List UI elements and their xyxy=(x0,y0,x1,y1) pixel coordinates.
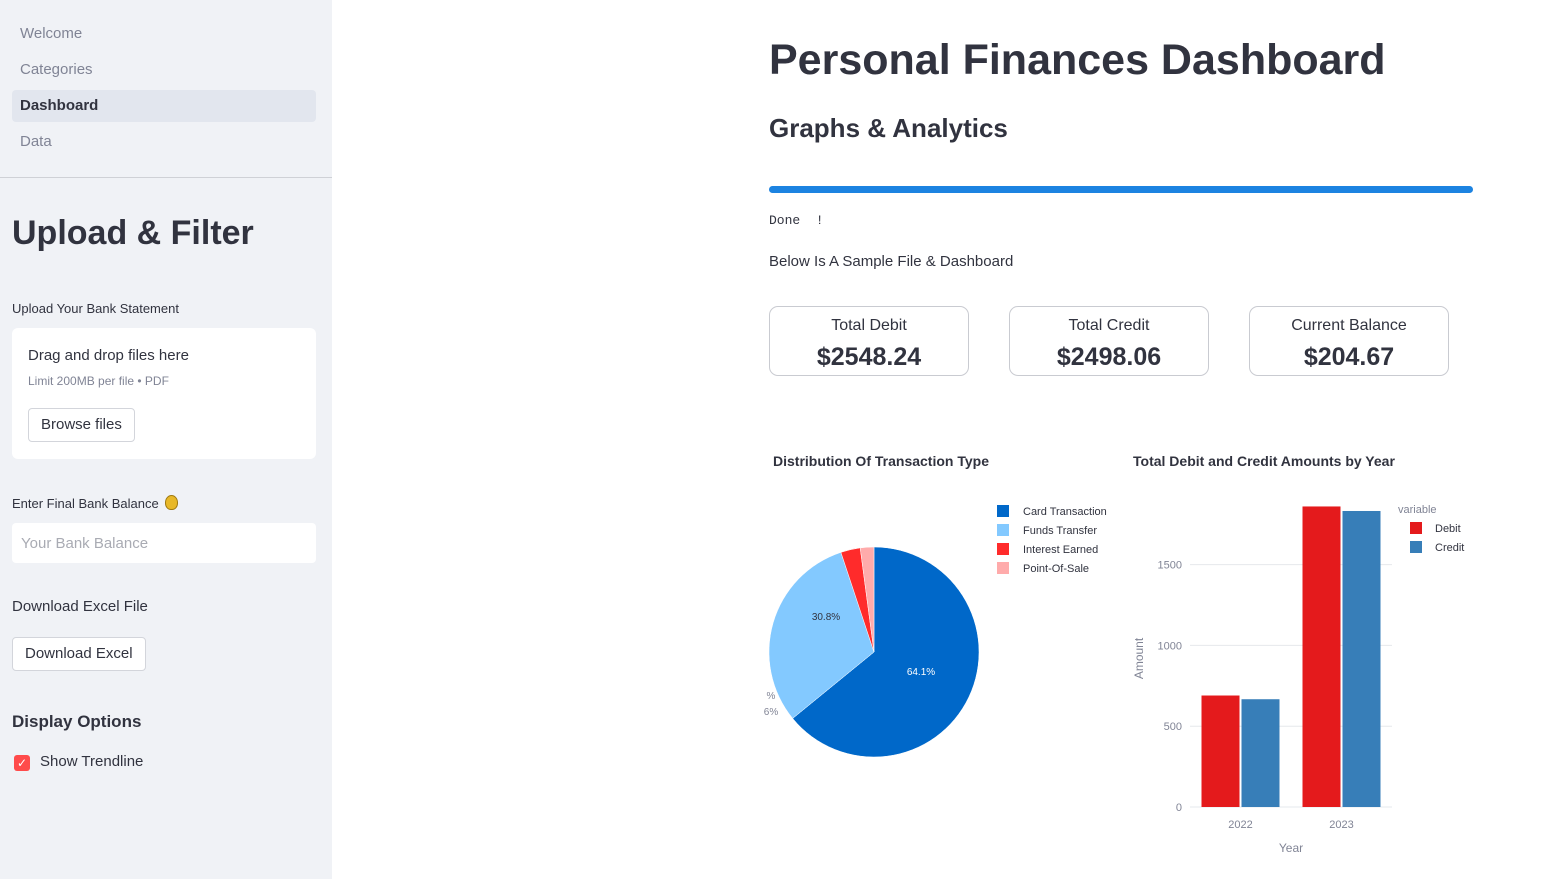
bar-legend-label[interactable]: Debit xyxy=(1435,523,1461,535)
balance-label-row: Enter Final Bank Balance xyxy=(12,495,179,511)
bar-xtick-label: 2022 xyxy=(1228,819,1252,831)
download-excel-button[interactable]: Download Excel xyxy=(12,637,146,671)
show-trendline-checkbox[interactable]: ✓ xyxy=(14,755,30,771)
bar-yaxis-title: Amount xyxy=(1132,637,1146,679)
download-label: Download Excel File xyxy=(12,598,148,615)
pie-slice-label: 64.1% xyxy=(907,667,935,678)
metric-value: $2548.24 xyxy=(816,343,922,371)
show-trendline-label[interactable]: Show Trendline xyxy=(40,753,143,770)
nav-divider xyxy=(0,177,332,178)
display-options-heading: Display Options xyxy=(12,712,142,731)
balance-label: Enter Final Bank Balance xyxy=(12,496,159,511)
progress-bar xyxy=(769,186,1473,193)
file-dropzone[interactable]: Drag and drop files here Limit 200MB per… xyxy=(12,328,316,459)
metric-label: Total Credit xyxy=(1068,317,1150,334)
nav-item-categories[interactable]: Categories xyxy=(12,54,316,86)
pie-chart-title: Distribution Of Transaction Type xyxy=(773,453,989,469)
metric-card-total-credit: Total Credit $2498.06 xyxy=(1009,306,1209,376)
dropzone-instructions: Drag and drop files here xyxy=(28,347,189,364)
bar-legend-swatch[interactable] xyxy=(1410,541,1422,553)
pie-legend-swatch[interactable] xyxy=(997,505,1009,517)
bar-xtick-label: 2023 xyxy=(1329,819,1353,831)
money-bag-icon xyxy=(165,495,179,510)
pie-legend-swatch[interactable] xyxy=(997,524,1009,536)
bar-chart-title: Total Debit and Credit Amounts by Year xyxy=(1133,453,1395,469)
nav-item-data[interactable]: Data xyxy=(12,126,316,158)
status-text: Done ! xyxy=(769,213,824,228)
pie-legend-label[interactable]: Funds Transfer xyxy=(1023,525,1097,537)
bank-balance-input[interactable] xyxy=(12,523,316,563)
pie-legend-swatch[interactable] xyxy=(997,543,1009,555)
pie-legend-label[interactable]: Interest Earned xyxy=(1023,544,1098,556)
bar-xaxis-title: Year xyxy=(1279,841,1303,855)
metric-card-current-balance: Current Balance $204.67 xyxy=(1249,306,1449,376)
bar-legend-title: variable xyxy=(1398,504,1437,516)
bar-debit-2022[interactable] xyxy=(1201,695,1240,807)
bar-credit-2022[interactable] xyxy=(1241,699,1280,807)
dropzone-limit: Limit 200MB per file • PDF xyxy=(28,374,169,388)
pie-legend-label[interactable]: Point-Of-Sale xyxy=(1023,563,1089,575)
sidebar: Welcome Categories Dashboard Data Upload… xyxy=(0,0,332,879)
nav-item-dashboard[interactable]: Dashboard xyxy=(12,90,316,122)
pie-legend-label[interactable]: Card Transaction xyxy=(1023,506,1107,518)
bar-debit-2023[interactable] xyxy=(1302,506,1341,807)
page-subtitle: Graphs & Analytics xyxy=(769,113,1008,143)
bar-ytick-label: 1500 xyxy=(1158,560,1182,572)
bar-legend-label[interactable]: Credit xyxy=(1435,542,1464,554)
pie-slice-label: 6% xyxy=(764,707,779,718)
pie-slice-label: 30.8% xyxy=(812,612,840,623)
pie-legend-swatch[interactable] xyxy=(997,562,1009,574)
page-title: Personal Finances Dashboard xyxy=(769,36,1386,84)
sidebar-nav: Welcome Categories Dashboard Data xyxy=(12,18,316,162)
browse-files-button[interactable]: Browse files xyxy=(28,408,135,442)
progress-fill xyxy=(769,186,1473,193)
metric-label: Current Balance xyxy=(1291,317,1407,334)
bar-ytick-label: 1000 xyxy=(1158,640,1182,652)
metric-label: Total Debit xyxy=(831,317,907,334)
bar-chart: 0 500 1000 1500 2022 2023 Year Amount variable De… xyxy=(1132,504,1464,855)
metric-card-total-debit: Total Debit $2548.24 xyxy=(769,306,969,376)
pie-chart: 64.1% 30.8%% 6% Card Transaction Funds Trans… xyxy=(764,505,1107,758)
metric-value: $204.67 xyxy=(1303,343,1395,371)
nav-item-welcome[interactable]: Welcome xyxy=(12,18,316,50)
sample-note: Below Is A Sample File & Dashboard xyxy=(769,253,1014,270)
pie-slice-label: % xyxy=(767,691,776,702)
bar-legend-swatch[interactable] xyxy=(1410,522,1422,534)
bar-credit-2023[interactable] xyxy=(1342,510,1381,807)
metric-value: $2498.06 xyxy=(1056,343,1162,371)
sidebar-title: Upload & Filter xyxy=(12,214,254,252)
bar-ytick-label: 500 xyxy=(1164,721,1182,733)
upload-label: Upload Your Bank Statement xyxy=(12,301,179,316)
bar-ytick-label: 0 xyxy=(1176,802,1182,814)
